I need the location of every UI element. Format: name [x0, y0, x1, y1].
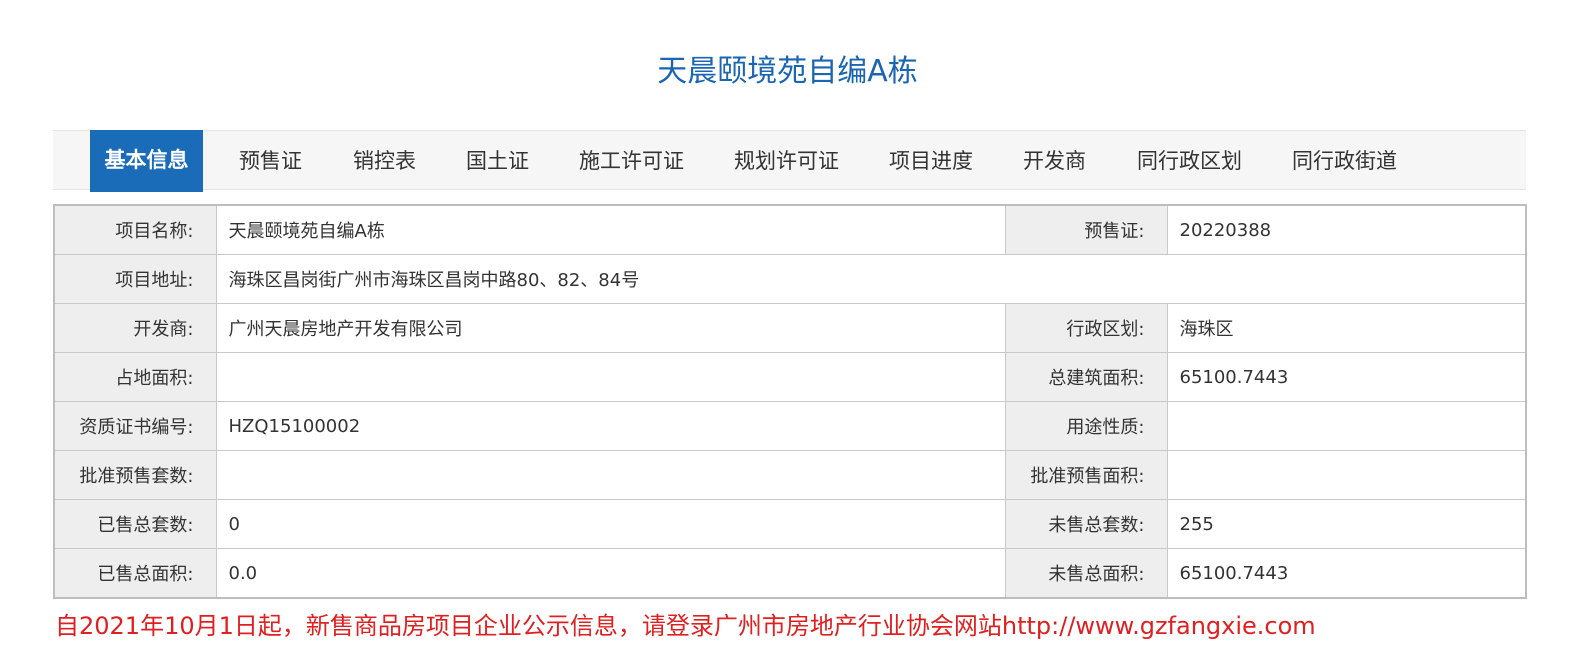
project-info-table: 项目名称: 天晨颐境苑自编A栋 预售证: 20220388 项目地址: 海珠区昌… — [53, 204, 1527, 599]
table-row: 已售总面积: 0.0 未售总面积: 65100.7443 — [53, 548, 1527, 599]
land-area-label: 占地面积: — [53, 352, 217, 402]
approved-units-value — [215, 450, 1006, 500]
approved-area-value — [1166, 450, 1527, 500]
total-floor-area-value: 65100.7443 — [1166, 352, 1527, 402]
page-title: 天晨颐境苑自编A栋 — [657, 54, 918, 89]
project-name-value: 天晨颐境苑自编A栋 — [215, 204, 1006, 255]
tab-project-progress[interactable]: 项目进度 — [889, 131, 973, 189]
sold-area-label: 已售总面积: — [53, 548, 217, 599]
project-name-label: 项目名称: — [53, 204, 217, 255]
sold-units-label: 已售总套数: — [53, 499, 217, 549]
approved-area-label: 批准预售面积: — [1004, 450, 1168, 500]
usage-label: 用途性质: — [1004, 401, 1168, 451]
table-row: 开发商: 广州天晨房地产开发有限公司 行政区划: 海珠区 — [53, 303, 1527, 353]
tab-planning-permit[interactable]: 规划许可证 — [734, 131, 839, 189]
table-row: 项目地址: 海珠区昌岗街广州市海珠区昌岗中路80、82、84号 — [53, 254, 1527, 304]
district-value: 海珠区 — [1166, 303, 1527, 353]
district-label: 行政区划: — [1004, 303, 1168, 353]
unsold-area-label: 未售总面积: — [1004, 548, 1168, 599]
tab-construction-permit[interactable]: 施工许可证 — [579, 131, 684, 189]
developer-label: 开发商: — [53, 303, 217, 353]
developer-value: 广州天晨房地产开发有限公司 — [215, 303, 1006, 353]
project-address-label: 项目地址: — [53, 254, 217, 304]
usage-value — [1166, 401, 1527, 451]
land-area-value — [215, 352, 1006, 402]
tab-sales-control[interactable]: 销控表 — [353, 131, 416, 189]
qualification-no-label: 资质证书编号: — [53, 401, 217, 451]
tab-developer[interactable]: 开发商 — [1023, 131, 1086, 189]
table-row: 占地面积: 总建筑面积: 65100.7443 — [53, 352, 1527, 402]
table-row: 已售总套数: 0 未售总套数: 255 — [53, 499, 1527, 549]
tab-same-district[interactable]: 同行政区划 — [1137, 131, 1242, 189]
sold-area-value: 0.0 — [215, 548, 1006, 599]
table-row: 批准预售套数: 批准预售面积: — [53, 450, 1527, 500]
tab-same-street[interactable]: 同行政街道 — [1292, 131, 1397, 189]
unsold-area-value: 65100.7443 — [1166, 548, 1527, 599]
presale-cert-label: 预售证: — [1004, 204, 1168, 255]
unsold-units-label: 未售总套数: — [1004, 499, 1168, 549]
qualification-no-value: HZQ15100002 — [215, 401, 1006, 451]
total-floor-area-label: 总建筑面积: — [1004, 352, 1168, 402]
project-address-value: 海珠区昌岗街广州市海珠区昌岗中路80、82、84号 — [215, 254, 1527, 304]
tab-basic-info[interactable]: 基本信息 — [90, 130, 203, 192]
tab-bar: 基本信息 预售证 销控表 国土证 施工许可证 规划许可证 项目进度 开发商 同行… — [53, 130, 1526, 192]
notice-text: 自2021年10月1日起，新售商品房项目企业公示信息，请登录广州市房地产行业协会… — [55, 612, 1316, 640]
sold-units-value: 0 — [215, 499, 1006, 549]
tab-presale-cert[interactable]: 预售证 — [239, 131, 302, 189]
unsold-units-value: 255 — [1166, 499, 1527, 549]
presale-cert-value: 20220388 — [1166, 204, 1527, 255]
table-row: 资质证书编号: HZQ15100002 用途性质: — [53, 401, 1527, 451]
table-row: 项目名称: 天晨颐境苑自编A栋 预售证: 20220388 — [53, 204, 1527, 255]
tab-land-cert[interactable]: 国土证 — [466, 131, 529, 189]
approved-units-label: 批准预售套数: — [53, 450, 217, 500]
